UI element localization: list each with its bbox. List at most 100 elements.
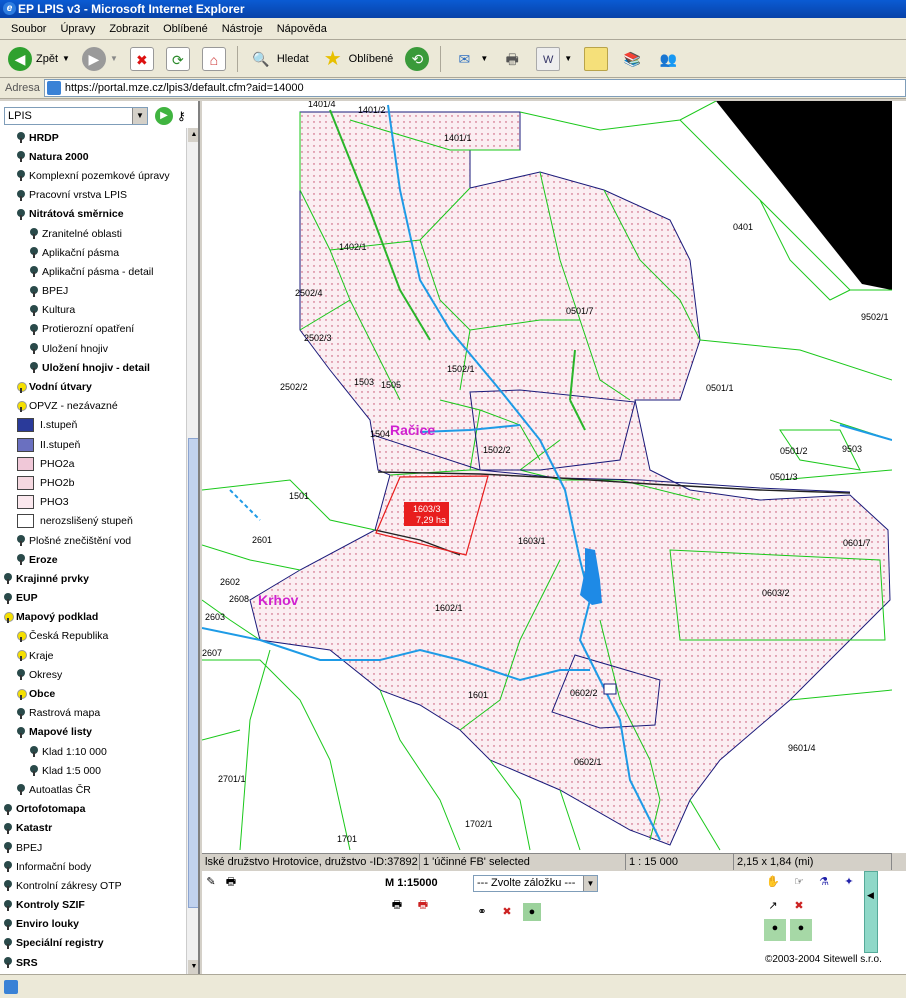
- layer-item[interactable]: PHO2a: [0, 454, 186, 473]
- bulb-on-icon[interactable]: [17, 650, 27, 662]
- group-green-icon[interactable]: ●: [764, 919, 786, 941]
- people-icon[interactable]: ●: [523, 903, 541, 921]
- layer-item[interactable]: Katastr: [0, 819, 186, 838]
- group-blue-icon[interactable]: ●: [790, 919, 812, 941]
- layer-item[interactable]: PHO2b: [0, 473, 186, 492]
- bulb-off-icon[interactable]: [4, 918, 12, 930]
- scroll-up-arrow[interactable]: ▲: [188, 128, 198, 142]
- scroll-thumb[interactable]: [188, 438, 198, 908]
- research-button[interactable]: 📚: [616, 44, 648, 74]
- go-button[interactable]: ▶: [155, 107, 173, 125]
- bulb-off-icon[interactable]: [17, 726, 25, 738]
- bulb-off-icon[interactable]: [17, 132, 25, 144]
- layer-item[interactable]: Mapový podklad: [0, 608, 186, 627]
- mail-button[interactable]: ✉ ▼: [448, 44, 492, 74]
- layer-item[interactable]: SRS: [0, 953, 186, 972]
- layer-group-select[interactable]: LPIS ▼: [4, 107, 148, 125]
- layer-item[interactable]: HRDP: [0, 128, 186, 147]
- chevron-down-icon[interactable]: ▼: [132, 108, 147, 124]
- bulb-off-icon[interactable]: [17, 208, 25, 220]
- refresh-button[interactable]: ⟳: [162, 44, 194, 74]
- bulb-off-icon[interactable]: [30, 343, 38, 355]
- dropdown-arrow-icon[interactable]: ▼: [480, 54, 488, 63]
- layer-item[interactable]: Nitrátová směrnice: [0, 205, 186, 224]
- bulb-off-icon[interactable]: [30, 228, 38, 240]
- layer-item[interactable]: Pracovní vrstva LPIS: [0, 186, 186, 205]
- layer-panel-scrollbar[interactable]: ▲ ▼: [186, 128, 198, 974]
- layer-item[interactable]: Kontroly SZIF: [0, 896, 186, 915]
- menu-item-4[interactable]: Nástroje: [215, 23, 270, 35]
- delete-icon[interactable]: ✖: [790, 897, 808, 915]
- layer-item[interactable]: Česká Republika: [0, 627, 186, 646]
- layer-item[interactable]: Uložení hnojiv - detail: [0, 358, 186, 377]
- discuss-button[interactable]: [580, 44, 612, 74]
- menu-item-3[interactable]: Oblíbené: [156, 23, 215, 35]
- bulb-off-icon[interactable]: [30, 285, 38, 297]
- zoom-extent-icon[interactable]: ✦: [840, 873, 858, 891]
- layer-item[interactable]: II.stupeň: [0, 435, 186, 454]
- bulb-on-icon[interactable]: [4, 611, 14, 623]
- bulb-off-icon[interactable]: [17, 535, 25, 547]
- layer-item[interactable]: Aplikační pásma - detail: [0, 262, 186, 281]
- bulb-off-icon[interactable]: [30, 266, 38, 278]
- map-canvas[interactable]: 1401/4 1401/2 1401/1 1402/1 0401 0501/7 9502/1…: [202, 101, 892, 853]
- menu-item-0[interactable]: Soubor: [4, 23, 53, 35]
- address-input[interactable]: https://portal.mze.cz/lpis3/default.cfm?…: [43, 79, 906, 97]
- print-icon[interactable]: 🖶: [222, 873, 240, 891]
- identify-icon[interactable]: ☞: [790, 873, 808, 891]
- bookmark-select[interactable]: --- Zvolte záložku --- ▼: [473, 875, 598, 892]
- layer-item[interactable]: Rastrová mapa: [0, 704, 186, 723]
- bulb-on-icon[interactable]: [17, 688, 27, 700]
- layer-item[interactable]: Mapové listy: [0, 723, 186, 742]
- layer-item[interactable]: Ortofotomapa: [0, 800, 186, 819]
- stop-button[interactable]: ✖: [126, 44, 158, 74]
- search-button[interactable]: 🔍 Hledat: [245, 44, 313, 74]
- bulb-off-icon[interactable]: [17, 784, 25, 796]
- layer-item[interactable]: Natura 2000: [0, 147, 186, 166]
- binoculars-icon[interactable]: ⚭: [473, 903, 491, 921]
- bulb-off-icon[interactable]: [30, 746, 38, 758]
- layer-item[interactable]: BPEJ: [0, 838, 186, 857]
- dropdown-arrow-icon[interactable]: ▼: [62, 54, 70, 63]
- layer-item[interactable]: Kraje: [0, 646, 186, 665]
- bulb-off-icon[interactable]: [17, 554, 25, 566]
- bulb-off-icon[interactable]: [17, 170, 25, 182]
- bulb-off-icon[interactable]: [30, 765, 38, 777]
- bulb-on-icon[interactable]: [17, 400, 27, 412]
- bulb-off-icon[interactable]: [17, 707, 25, 719]
- layer-item[interactable]: Klad 1:10 000: [0, 742, 186, 761]
- back-button[interactable]: ◀ Zpět ▼: [4, 44, 74, 74]
- bulb-on-icon[interactable]: [17, 630, 27, 642]
- layer-item[interactable]: Kultura: [0, 301, 186, 320]
- layer-item[interactable]: Zranitelné oblasti: [0, 224, 186, 243]
- scroll-down-arrow[interactable]: ▼: [188, 960, 198, 974]
- bulb-off-icon[interactable]: [4, 957, 12, 969]
- dropdown-arrow-icon[interactable]: ▼: [564, 54, 572, 63]
- side-panel-toggle[interactable]: ◀: [864, 871, 878, 953]
- bulb-off-icon[interactable]: [4, 803, 12, 815]
- bulb-off-icon[interactable]: [4, 937, 12, 949]
- bulb-off-icon[interactable]: [4, 899, 12, 911]
- layer-item[interactable]: EUP: [0, 589, 186, 608]
- layer-item[interactable]: Eroze: [0, 550, 186, 569]
- select-arrow-icon[interactable]: ↗: [764, 897, 782, 915]
- messenger-button[interactable]: 👥: [652, 44, 684, 74]
- layer-item[interactable]: Klad 1:5 000: [0, 761, 186, 780]
- dropdown-arrow-icon[interactable]: ▼: [110, 54, 118, 63]
- printer-icon[interactable]: 🖶: [388, 896, 406, 914]
- bulb-on-icon[interactable]: [17, 381, 27, 393]
- key-button[interactable]: ⚷: [177, 109, 186, 123]
- layer-item[interactable]: Protierozní opatření: [0, 320, 186, 339]
- chevron-down-icon[interactable]: ▼: [583, 876, 597, 891]
- layer-item[interactable]: Krajinné prvky: [0, 569, 186, 588]
- bulb-off-icon[interactable]: [30, 304, 38, 316]
- pdf-print-icon[interactable]: 🖶: [414, 896, 432, 914]
- bulb-off-icon[interactable]: [4, 842, 12, 854]
- layer-item[interactable]: Informační body: [0, 857, 186, 876]
- bulb-off-icon[interactable]: [4, 861, 12, 873]
- edit-button[interactable]: W ▼: [532, 44, 576, 74]
- favorites-button[interactable]: ★ Oblíbené: [317, 44, 398, 74]
- bulb-off-icon[interactable]: [4, 592, 12, 604]
- pan-hand-icon[interactable]: ✋: [764, 873, 782, 891]
- layer-item[interactable]: Kontrolní zákresy OTP: [0, 876, 186, 895]
